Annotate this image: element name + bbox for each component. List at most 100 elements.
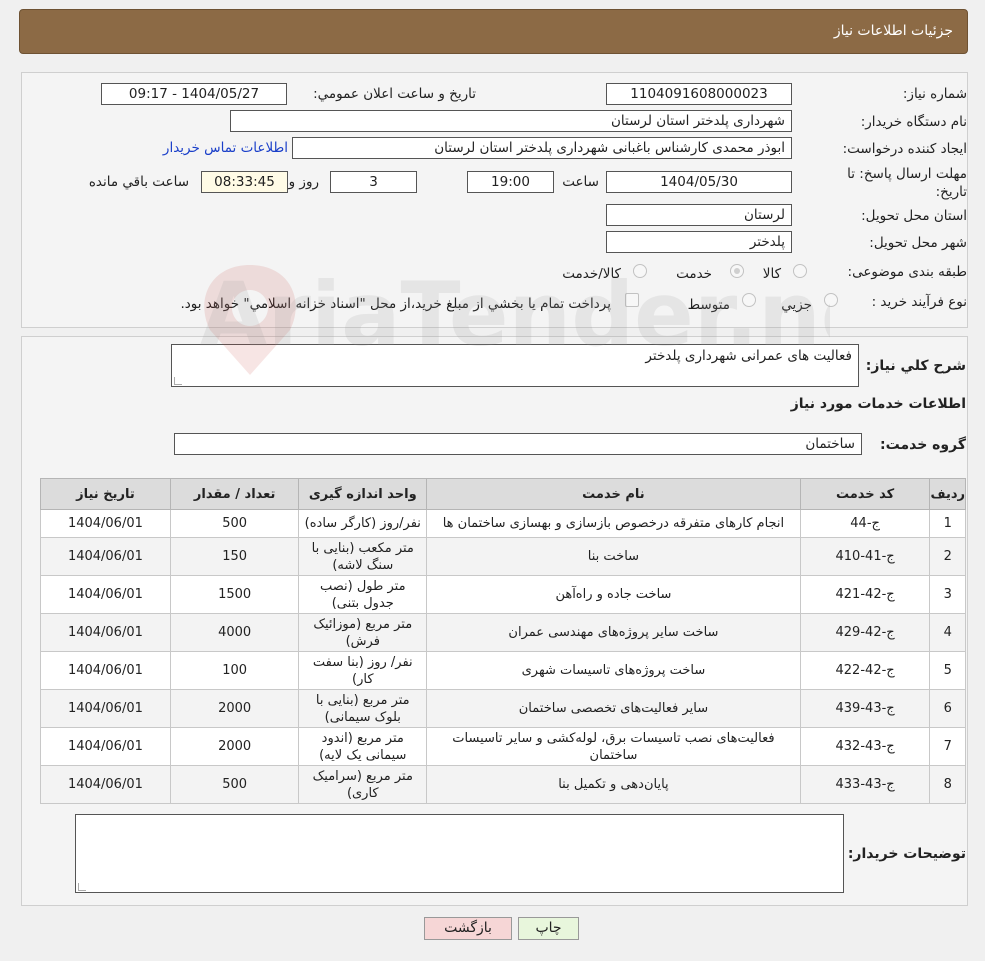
cell-need-date: 1404/06/01	[40, 537, 171, 576]
cell-service-code: ج-43-432	[799, 727, 931, 766]
cell-service-code: ج-42-429	[799, 613, 931, 652]
page-header: جزئیات اطلاعات نیاز	[19, 9, 968, 54]
cell-row-number: 3	[929, 575, 966, 614]
cell-service-name: ساخت جاده و راه‌آهن	[426, 575, 801, 614]
table-header-row: رديف کد خدمت نام خدمت واحد اندازه گيری ت…	[40, 478, 966, 510]
cell-row-number: 4	[929, 613, 966, 652]
deadline-label: مهلت ارسال پاسخ: تا	[847, 166, 967, 182]
category-option-goods: کالا	[762, 266, 781, 282]
announce-datetime-field: 1404/05/27 - 09:17	[101, 83, 287, 105]
cell-quantity: 100	[169, 651, 300, 690]
announce-label: تاریخ و ساعت اعلان عمومي:	[313, 86, 476, 102]
deadline-time-field: 19:00	[467, 171, 554, 193]
service-group-label: گروه خدمت:	[880, 437, 966, 453]
summary-label: شرح کلي نياز:	[865, 358, 966, 374]
cell-service-code: ج-42-422	[799, 651, 931, 690]
buyer-contact-link[interactable]: اطلاعات تماس خريدار	[163, 140, 288, 156]
city-label: شهر محل تحويل:	[869, 235, 967, 251]
buyer-notes-textarea[interactable]	[75, 814, 844, 893]
print-button[interactable]: چاپ	[518, 917, 579, 940]
cell-service-name: ساخت بنا	[426, 537, 801, 576]
summary-textarea[interactable]: فعالیت های عمرانی شهرداری پلدختر	[171, 344, 859, 387]
service-group-field: ساختمان	[174, 433, 862, 455]
services-table: رديف کد خدمت نام خدمت واحد اندازه گيری ت…	[40, 478, 966, 804]
table-row: 2 ج-41-410 ساخت بنا متر مکعب (بنایی با سنگ …	[40, 537, 966, 576]
category-radio-goods[interactable]	[793, 264, 807, 278]
cell-service-code: ج-44	[799, 509, 931, 538]
cell-service-name: سایر فعالیت‌های تخصصی ساختمان	[426, 689, 801, 728]
deadline-label-date: تاريخ:	[935, 184, 967, 200]
table-row: 1 ج-44 انجام کارهای متفرقه درخصوص بازسازی …	[40, 509, 966, 538]
treasury-checkbox[interactable]	[625, 293, 639, 307]
cell-unit: متر مربع (موزائیک فرش)	[298, 613, 428, 652]
purchase-option-medium: متوسط	[687, 297, 730, 313]
requester-label: ايجاد کننده درخواست:	[842, 141, 967, 157]
col-quantity: تعداد / مقدار	[169, 478, 300, 510]
purchase-radio-medium[interactable]	[742, 293, 756, 307]
cell-service-code: ج-43-433	[799, 765, 931, 804]
cell-need-date: 1404/06/01	[40, 651, 171, 690]
cell-quantity: 500	[169, 509, 300, 538]
cell-service-name: فعالیت‌های نصب تاسیسات برق، لوله‌کشی و س…	[426, 727, 801, 766]
resize-grip-icon[interactable]	[174, 377, 182, 385]
resize-grip-icon[interactable]	[78, 883, 86, 891]
col-need-date: تاريخ نياز	[40, 478, 171, 510]
cell-unit: نفر/ روز (بنا سفت کار)	[298, 651, 428, 690]
category-radio-goods-service[interactable]	[633, 264, 647, 278]
cell-unit: متر طول (نصب جدول بتنی)	[298, 575, 428, 614]
need-number-label: شماره نیاز:	[902, 86, 967, 102]
col-row-number: رديف	[929, 478, 966, 510]
remaining-time-field: 08:33:45	[201, 171, 288, 193]
cell-service-name: ساخت پروژه‌های تاسیسات شهری	[426, 651, 801, 690]
buyer-org-label: نام دستگاه خريدار:	[860, 114, 967, 130]
table-row: 7 ج-43-432 فعالیت‌های نصب تاسیسات برق، لول…	[40, 727, 966, 766]
cell-service-code: ج-42-421	[799, 575, 931, 614]
table-row: 3 ج-42-421 ساخت جاده و راه‌آهن متر طول (نصب…	[40, 575, 966, 614]
category-option-goods-service: کالا/خدمت	[562, 266, 621, 282]
cell-service-name: پایان‌دهی و تکمیل بنا	[426, 765, 801, 804]
cell-service-code: ج-41-410	[799, 537, 931, 576]
cell-service-name: انجام کارهای متفرقه درخصوص بازسازی و بهس…	[426, 509, 801, 538]
province-label: استان محل تحويل:	[861, 208, 967, 224]
table-row: 5 ج-42-422 ساخت پروژه‌های تاسیسات شهری نفر/…	[40, 651, 966, 690]
purchase-type-label: نوع فرآیند خرید :	[871, 294, 967, 310]
cell-quantity: 4000	[169, 613, 300, 652]
cell-row-number: 5	[929, 651, 966, 690]
days-label: روز و	[288, 174, 319, 190]
table-row: 8 ج-43-433 پایان‌دهی و تکمیل بنا متر مربع (…	[40, 765, 966, 804]
cell-row-number: 1	[929, 509, 966, 538]
requester-field: ابوذر محمدی کارشناس باغبانی شهرداری پلدخ…	[292, 137, 792, 159]
services-title: اطلاعات خدمات مورد نياز	[790, 396, 966, 412]
remaining-time-label: ساعت باقي مانده	[88, 174, 189, 190]
need-number-field: 1104091608000023	[606, 83, 792, 105]
city-field: پلدختر	[606, 231, 792, 253]
purchase-option-minor: جزيي	[781, 297, 812, 313]
cell-unit: متر مربع (اندود سیمانی یک لایه)	[298, 727, 428, 766]
cell-quantity: 1500	[169, 575, 300, 614]
cell-unit: متر مربع (سرامیک کاری)	[298, 765, 428, 804]
cell-unit: متر مربع (بنایی با بلوک سیمانی)	[298, 689, 428, 728]
category-radio-service[interactable]	[730, 264, 744, 278]
deadline-date-field: 1404/05/30	[606, 171, 792, 193]
deadline-time-label: ساعت	[562, 174, 599, 190]
cell-need-date: 1404/06/01	[40, 689, 171, 728]
cell-row-number: 7	[929, 727, 966, 766]
cell-quantity: 2000	[169, 689, 300, 728]
table-row: 4 ج-42-429 ساخت سایر پروژه‌های مهندسی عمرا…	[40, 613, 966, 652]
cell-unit: متر مکعب (بنایی با سنگ لاشه)	[298, 537, 428, 576]
cell-service-code: ج-43-439	[799, 689, 931, 728]
cell-row-number: 8	[929, 765, 966, 804]
purchase-radio-minor[interactable]	[824, 293, 838, 307]
cell-quantity: 2000	[169, 727, 300, 766]
days-field: 3	[330, 171, 417, 193]
cell-need-date: 1404/06/01	[40, 509, 171, 538]
cell-need-date: 1404/06/01	[40, 613, 171, 652]
category-label: طبقه بندی موضوعی:	[847, 264, 967, 280]
cell-row-number: 2	[929, 537, 966, 576]
back-button[interactable]: بازگشت	[424, 917, 512, 940]
summary-text: فعالیت های عمرانی شهرداری پلدختر	[645, 348, 852, 364]
cell-need-date: 1404/06/01	[40, 765, 171, 804]
table-row: 6 ج-43-439 سایر فعالیت‌های تخصصی ساختمان مت…	[40, 689, 966, 728]
province-field: لرستان	[606, 204, 792, 226]
cell-service-name: ساخت سایر پروژه‌های مهندسی عمران	[426, 613, 801, 652]
